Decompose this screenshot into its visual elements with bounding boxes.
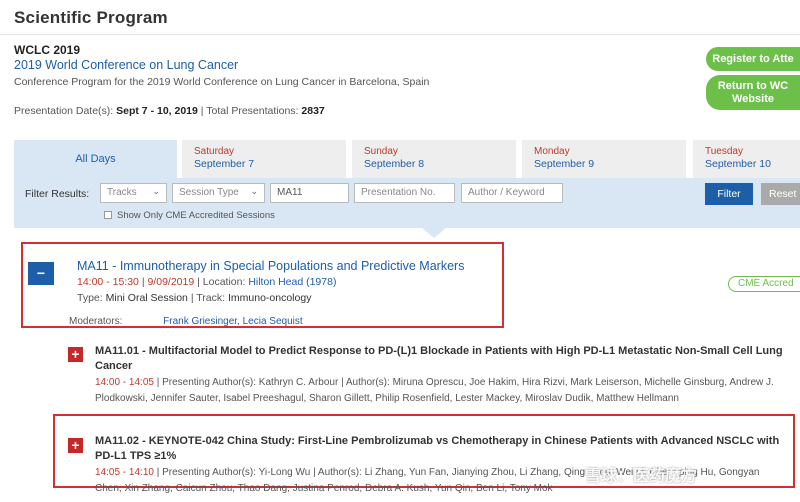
collapse-session-button[interactable]: − [28,262,54,285]
session-type-select[interactable]: Session Type ⌄ [172,183,265,203]
conference-description: Conference Program for the 2019 World Co… [14,76,430,88]
session-search-input[interactable]: MA11 [270,183,349,203]
presentation-title[interactable]: MA11.02 - KEYNOTE-042 China Study: First… [95,434,785,464]
conference-short-name: WCLC 2019 [14,43,81,57]
tab-day: Saturday [194,146,235,157]
tab-all-days[interactable]: All Days [14,140,177,178]
tracks-select[interactable]: Tracks ⌄ [100,183,167,203]
total-label: Total Presentations: [206,105,299,117]
return-label-line1: Return to WC [717,80,789,92]
moderators-names-link[interactable]: Frank Griesinger, Lecia Sequist [163,316,303,327]
session-time-row: 14:00 - 15:30 | 9/09/2019 | Location: Hi… [77,276,337,288]
tab-tuesday[interactable]: Tuesday September 10 [693,140,800,178]
filter-bar: Filter Results: Tracks ⌄ Session Type ⌄ … [14,178,800,228]
session-type-select-value: Session Type [179,187,239,198]
tab-monday[interactable]: Monday September 9 [522,140,686,178]
day-tabs: All Days Saturday September 7 Sunday Sep… [14,140,800,178]
tab-date: September 8 [364,158,425,170]
dates-value: Sept 7 - 10, 2019 [116,105,198,117]
expand-presentation-button[interactable]: + [68,438,83,453]
session-track: Immuno-oncology [227,292,312,304]
return-label-line2: Website [732,93,774,105]
author-keyword-input[interactable]: Author / Keyword [461,183,563,203]
moderators-label: Moderators: [69,316,123,327]
session-time: 14:00 - 15:30 [77,276,139,288]
track-label: Track: [196,292,226,304]
presentation-title[interactable]: MA11.01 - Multifactorial Model to Predic… [95,344,785,374]
presentation-time: 14:00 - 14:05 [95,377,154,388]
location-label: Location: [202,276,246,288]
return-to-website-button[interactable]: Return to WC Website [706,75,800,110]
presentation-meta: 14:00 - 14:05 | Presenting Author(s): Ka… [95,375,785,406]
tab-day: Tuesday [705,146,743,157]
session-type-row: Type: Mini Oral Session | Track: Immuno-… [77,292,312,304]
tab-date: September 10 [705,158,771,170]
title-divider [0,34,800,35]
tab-sunday[interactable]: Sunday September 8 [352,140,516,178]
cme-only-checkbox[interactable]: Show Only CME Accredited Sessions [104,210,275,221]
type-label: Type: [77,292,103,304]
presentation-time: 14:05 - 14:10 [95,467,154,478]
total-value: 2837 [301,105,325,117]
watermark: 雪球：医药魔方 [585,468,698,485]
filter-button[interactable]: Filter [705,183,753,205]
cme-accredited-badge: CME Accred [728,276,800,292]
session-title-link[interactable]: MA11 - Immunotherapy in Special Populati… [77,259,464,273]
tracks-select-value: Tracks [107,187,137,198]
presentation-summary: Presentation Date(s): Sept 7 - 10, 2019 … [14,105,325,117]
chevron-down-icon: ⌄ [152,186,160,196]
tab-saturday[interactable]: Saturday September 7 [182,140,346,178]
page-title: Scientific Program [14,8,168,27]
tab-day: Monday [534,146,570,157]
presentation-number-input[interactable]: Presentation No. [354,183,455,203]
register-button[interactable]: Register to Atte [706,47,800,71]
tab-date: September 9 [534,158,595,170]
filter-pointer [422,228,446,238]
checkbox-icon [104,211,112,219]
tab-day: Sunday [364,146,398,157]
tab-label: All Days [75,153,116,165]
session-location-link[interactable]: Hilton Head (1978) [248,276,336,288]
conference-full-name-link[interactable]: 2019 World Conference on Lung Cancer [14,58,238,72]
chevron-down-icon: ⌄ [250,186,258,196]
session-date: 9/09/2019 [147,276,195,288]
cme-only-label: Show Only CME Accredited Sessions [117,210,275,221]
tab-date: September 7 [194,158,255,170]
reset-button[interactable]: Reset [761,183,800,205]
presentation-authors: | Presenting Author(s): Kathryn C. Arbou… [95,377,774,404]
expand-presentation-button[interactable]: + [68,347,83,362]
moderators-row: Moderators: Frank Griesinger, Lecia Sequ… [69,316,303,327]
filter-label: Filter Results: [25,188,90,200]
session-type: Mini Oral Session [105,292,188,304]
dates-label: Presentation Date(s): [14,105,114,117]
